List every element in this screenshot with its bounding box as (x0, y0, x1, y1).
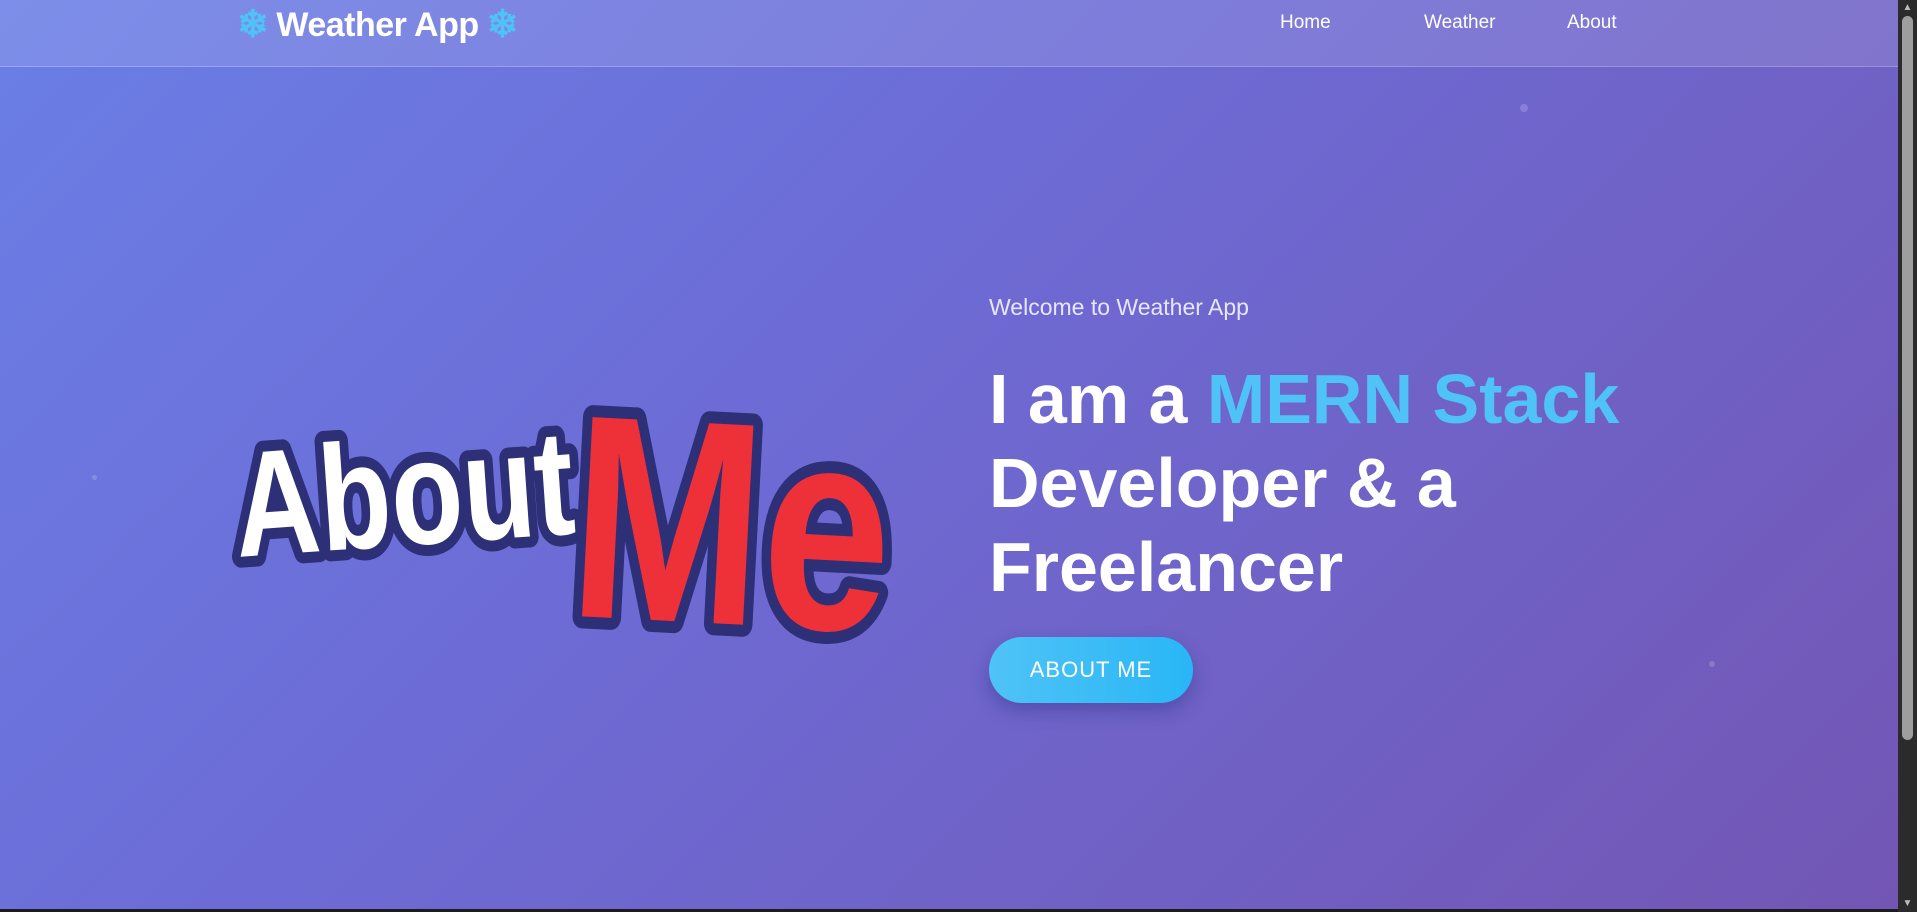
headline-part-2: Developer & a (989, 444, 1456, 522)
headline-part-1: I am a (989, 360, 1207, 438)
hero-text: Welcome to Weather App I am a MERN Stack… (989, 290, 1689, 703)
nav-link-about[interactable]: About (1567, 12, 1627, 38)
page: ❄ Weather App ❄ Home Weather About About… (0, 0, 1898, 912)
nav-link-home[interactable]: Home (1280, 12, 1424, 38)
snowflake-icon: ❄ (237, 4, 269, 46)
snowflake-icon: ❄ (486, 4, 519, 46)
logo-word-about: About (232, 398, 579, 589)
about-me-button[interactable]: ABOUT ME (989, 637, 1193, 703)
scrollbar[interactable]: ▲ ▼ (1898, 0, 1917, 912)
about-me-logo: About Me (232, 342, 912, 678)
headline: I am a MERN Stack Developer & a Freelanc… (989, 357, 1689, 609)
headline-part-3: Freelancer (989, 528, 1344, 606)
decorative-dot (1709, 661, 1715, 667)
logo-word-me: Me (563, 354, 900, 678)
nav-link-weather[interactable]: Weather (1424, 12, 1567, 38)
welcome-text: Welcome to Weather App (989, 294, 1249, 320)
headline-accent: MERN Stack (1206, 360, 1620, 438)
navbar: ❄ Weather App ❄ Home Weather About (0, 0, 1898, 67)
brand-title: Weather App (276, 5, 479, 44)
scrollbar-thumb[interactable] (1902, 16, 1913, 740)
decorative-dot (92, 475, 97, 480)
scroll-down-arrow-icon[interactable]: ▼ (1898, 896, 1917, 912)
decorative-dot (1520, 104, 1528, 112)
brand-logo[interactable]: ❄ Weather App ❄ (237, 2, 519, 48)
nav-links: Home Weather About (1280, 12, 1627, 38)
scroll-up-arrow-icon[interactable]: ▲ (1898, 0, 1917, 16)
